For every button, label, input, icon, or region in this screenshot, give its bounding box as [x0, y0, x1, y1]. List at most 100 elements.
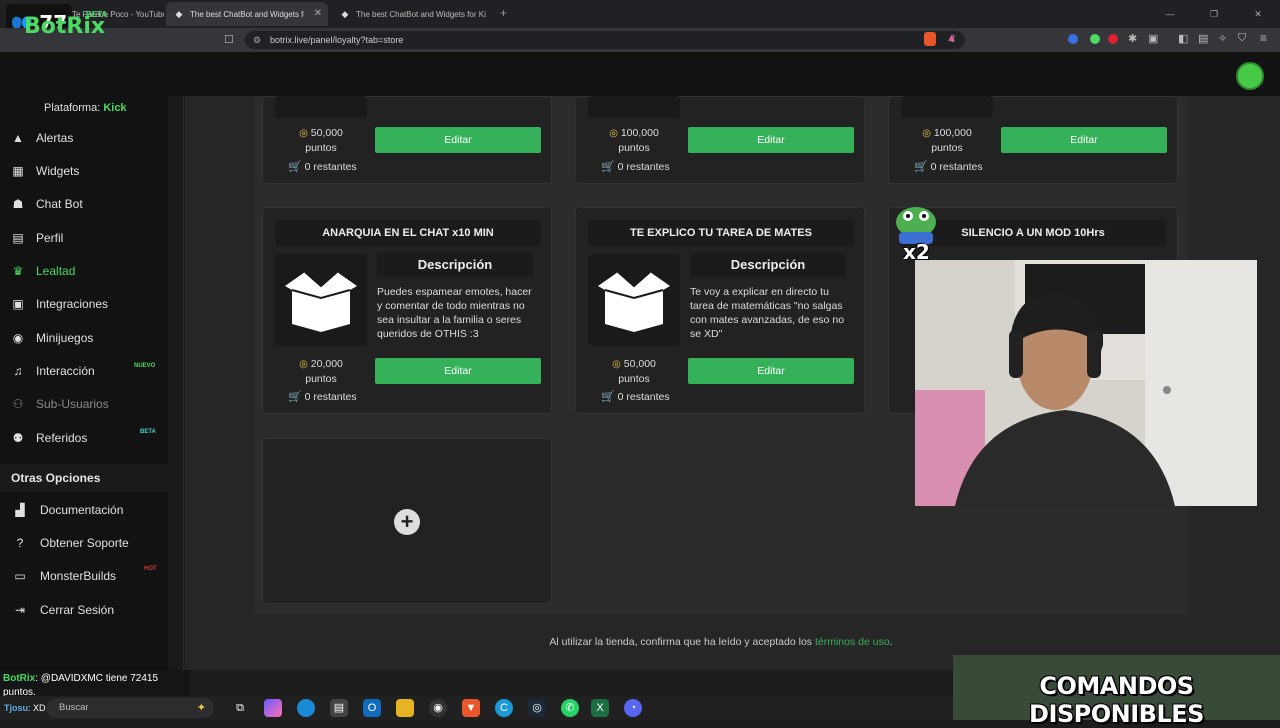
edge-icon[interactable] — [297, 699, 315, 717]
description-heading: Descripción — [690, 253, 846, 277]
address-bar[interactable]: ⚙ botrix.live/panel/loyalty?tab=store ⇪ — [245, 31, 965, 49]
site-settings-icon[interactable]: ⚙ — [253, 31, 261, 49]
item-price: ◎ 50,000 puntos — [275, 126, 367, 155]
users-icon: ⚇ — [12, 397, 24, 411]
vpn-icon[interactable]: ⛉ — [1238, 32, 1246, 45]
obs-icon[interactable]: ◉ — [429, 699, 447, 717]
add-item-icon[interactable]: + — [394, 509, 420, 535]
sidebar-item-perfil[interactable]: ▤ Perfil — [0, 223, 168, 253]
cart-icon: 🛒 — [288, 391, 302, 403]
close-tab-icon[interactable]: ✕ — [314, 8, 322, 19]
sidebar-item-soporte[interactable]: ? Obtener Soporte — [0, 528, 168, 558]
item-price: ◎ 100,000 puntos — [901, 126, 993, 155]
commands-banner: COMANDOS DISPONIBLES — [953, 655, 1280, 728]
pepe-emote: x2 — [893, 204, 939, 268]
sidebar-item-label: Interacción — [36, 364, 95, 378]
edit-button[interactable]: Editar — [688, 358, 854, 384]
terms-prefix: Al utilizar la tienda, confirma que ha l… — [549, 636, 813, 648]
user-avatar[interactable] — [1236, 62, 1264, 90]
whatsapp-icon[interactable]: ✆ — [561, 699, 579, 717]
taskbar-search[interactable]: Buscar ✦ — [46, 698, 214, 718]
discord-icon[interactable]: ◔ — [624, 699, 642, 717]
chat-message: : XD — [28, 703, 46, 713]
sidebar-item-cerrar-sesion[interactable]: ⇥ Cerrar Sesión — [0, 595, 168, 625]
webcam-image — [915, 260, 1257, 506]
plugin-icon: ▣ — [12, 297, 24, 311]
sidebar-item-label: Documentación — [40, 503, 124, 517]
folder-icon[interactable] — [396, 699, 414, 717]
price-unit: puntos — [931, 142, 963, 154]
sidebar-item-minijuegos[interactable]: ◉ Minijuegos — [0, 323, 168, 353]
item-remaining: 🛒 0 restantes — [601, 390, 670, 403]
edit-button[interactable]: Editar — [375, 127, 541, 153]
edit-button[interactable]: Editar — [1001, 127, 1167, 153]
sidebar-item-monsterbuilds[interactable]: ▭ MonsterBuilds HOT — [0, 561, 168, 591]
leo-ai-icon[interactable]: ✧ — [1218, 32, 1227, 45]
extension-icon[interactable] — [1090, 34, 1100, 44]
bookmark-icon[interactable]: ☐ — [224, 33, 234, 46]
rewards-icon[interactable]: ▲ — [946, 32, 957, 44]
price-value: 100,000 — [933, 127, 972, 139]
steam-icon[interactable]: ◎ — [528, 699, 546, 717]
extensions-icon[interactable]: ✱ — [1128, 32, 1137, 45]
extension-icon[interactable] — [1068, 34, 1078, 44]
sidebar-item-documentacion[interactable]: ▟ Documentación — [0, 495, 168, 525]
box-icon — [285, 271, 357, 332]
wallet-icon[interactable]: ▤ — [1198, 32, 1208, 45]
sidebar-item-chatbot[interactable]: ☗ Chat Bot — [0, 189, 168, 219]
multiplier-label: x2 — [903, 240, 930, 264]
app-icon[interactable]: C — [495, 699, 513, 717]
item-image — [275, 96, 367, 118]
tab-botrix[interactable]: ◆ The best ChatBot and Widgets for Kick — [332, 2, 492, 26]
coins-icon: ◎ — [922, 128, 931, 139]
new-tab-button[interactable]: + — [500, 6, 507, 20]
outlook-icon[interactable]: O — [363, 699, 381, 717]
sidebar-item-label: Chat Bot — [36, 197, 83, 211]
new-badge: NUEVO — [134, 363, 156, 369]
remaining-text: 0 restantes — [304, 161, 357, 173]
tab-botrix-active[interactable]: ◆ The best ChatBot and Widgets for Kick … — [166, 2, 328, 26]
task-view-icon[interactable]: ⧉ — [231, 699, 249, 717]
item-remaining: 🛒 0 restantes — [288, 160, 357, 173]
sidebar-item-alertas[interactable]: ▲ Alertas — [0, 123, 168, 153]
chat-username: BotRix — [3, 673, 36, 684]
sidebar-item-lealtad[interactable]: ♛ Lealtad — [0, 256, 168, 286]
wallet-icon[interactable]: ▣ — [1148, 32, 1158, 45]
item-title: TE EXPLICO TU TAREA DE MATES — [588, 220, 854, 246]
browser-toolbar: ☐ ⚙ botrix.live/panel/loyalty?tab=store … — [0, 28, 1280, 52]
minimize-icon[interactable]: — — [1148, 0, 1192, 28]
sidebar-item-widgets[interactable]: ▦ Widgets — [0, 156, 168, 186]
excel-icon[interactable]: X — [591, 699, 609, 717]
sidebar-item-referidos[interactable]: ⚉ Referidos BETA — [0, 423, 168, 453]
extension-icon[interactable] — [1108, 34, 1118, 44]
item-description: Puedes espamear emotes, hacer y comentar… — [377, 286, 532, 340]
copilot-icon[interactable] — [264, 699, 282, 717]
sidebar-toggle-icon[interactable]: ◧ — [1178, 32, 1188, 45]
docs-icon: ▟ — [15, 503, 25, 517]
coins-icon: ◎ — [299, 128, 308, 139]
store-icon[interactable]: ▤ — [330, 699, 348, 717]
edit-button[interactable]: Editar — [688, 127, 854, 153]
close-window-icon[interactable]: ✕ — [1236, 0, 1280, 28]
terms-link[interactable]: términos de uso — [815, 636, 890, 648]
menu-icon[interactable]: ≡ — [1260, 31, 1267, 45]
price-unit: puntos — [618, 373, 650, 385]
sidebar-item-label: MonsterBuilds — [40, 569, 117, 583]
cart-icon: 🛒 — [914, 161, 928, 173]
chat-line: Tjosu: XD — [4, 703, 46, 713]
item-image — [588, 254, 680, 346]
brave-icon[interactable]: ▼ — [462, 699, 480, 717]
price-value: 50,000 — [310, 127, 343, 139]
sidebar-item-interaccion[interactable]: ♫ Interacción NUEVO — [0, 356, 168, 386]
restore-icon[interactable]: ❐ — [1192, 0, 1236, 28]
item-image — [275, 254, 367, 346]
remaining-text: 0 restantes — [617, 161, 670, 173]
brave-shield-icon[interactable] — [924, 32, 936, 46]
sidebar-scroll-edge — [168, 96, 184, 670]
sidebar-item-integraciones[interactable]: ▣ Integraciones — [0, 289, 168, 319]
remaining-text: 0 restantes — [930, 161, 983, 173]
coins-icon: ◎ — [612, 359, 621, 370]
cart-icon: 🛒 — [601, 161, 615, 173]
edit-button[interactable]: Editar — [375, 358, 541, 384]
sidebar-item-sub-usuarios[interactable]: ⚇ Sub-Usuarios — [0, 389, 168, 419]
